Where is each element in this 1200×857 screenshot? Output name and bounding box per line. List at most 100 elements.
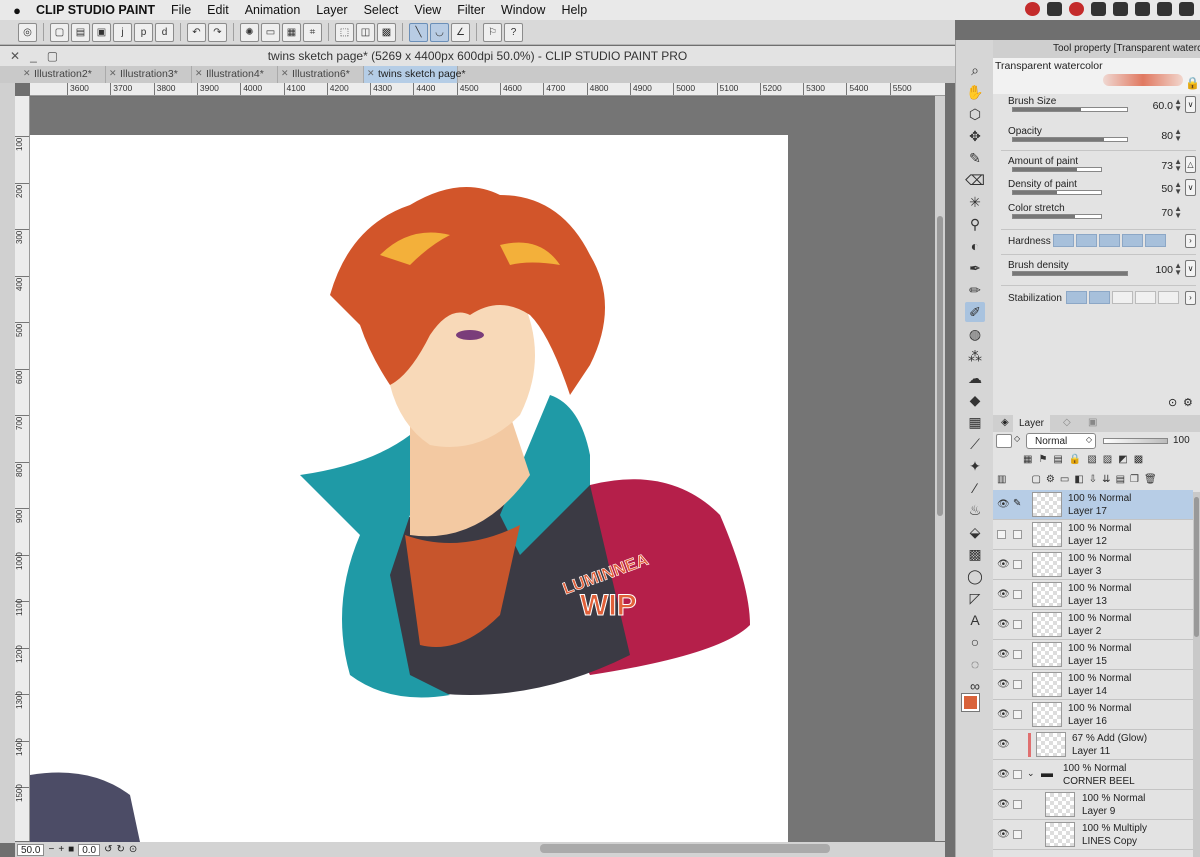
zoom-in-icon[interactable]: + (58, 844, 64, 855)
object-icon[interactable]: ⬡ (965, 104, 985, 124)
ruler-tool-icon[interactable]: ∕ (965, 478, 985, 498)
layer-row[interactable]: 100 % Normal Layer 12 (993, 520, 1193, 550)
magic-wand-icon[interactable]: ✳ (965, 192, 985, 212)
lock-checkbox[interactable] (1013, 800, 1022, 809)
lock-checkbox[interactable] (1013, 620, 1022, 629)
snap-special-ruler-icon[interactable]: ◡ (430, 22, 449, 42)
close-icon[interactable]: ✕ (281, 68, 289, 79)
chevron-right-icon[interactable]: › (1185, 234, 1196, 248)
layer-row[interactable]: 👁 100 % Normal Layer 2 (993, 610, 1193, 640)
reset-icon[interactable]: ⊙ (1168, 396, 1177, 409)
chevron-down-icon[interactable]: ⌄ (1027, 768, 1035, 779)
segment[interactable] (1112, 291, 1133, 304)
export-jpg-icon[interactable]: j (113, 22, 132, 42)
spinner-icon[interactable]: ◇ (1014, 434, 1020, 443)
amount-of-paint-value[interactable]: 73 (1161, 160, 1173, 172)
help-icon[interactable]: ? (504, 22, 523, 42)
rotate-left-icon[interactable]: ↺ (104, 844, 112, 855)
eye-icon[interactable]: 👁 (997, 769, 1010, 780)
expand-icon[interactable]: ∨ (1185, 260, 1196, 277)
density-of-paint-value[interactable]: 50 (1161, 183, 1173, 195)
bluetooth-icon[interactable] (1135, 2, 1150, 16)
color-stretch-value[interactable]: 70 (1161, 207, 1173, 219)
lock-icon[interactable]: 🔒 (1069, 454, 1081, 465)
layer-row[interactable]: 👁 100 % Multiply LINES Copy (993, 820, 1193, 850)
pressure-icon[interactable]: △ (1185, 156, 1196, 173)
rotate-right-icon[interactable]: ↻ (117, 844, 125, 855)
eye-icon[interactable]: 👁 (997, 499, 1010, 510)
segment[interactable] (1122, 234, 1143, 247)
brush-preset-preview[interactable]: Transparent watercolor 🔒 (993, 58, 1200, 94)
save-icon[interactable]: ▣ (92, 22, 111, 42)
brush-size-slider[interactable] (1012, 107, 1128, 112)
transfer-icon[interactable]: ⇩ (1089, 474, 1097, 485)
brush-size-value[interactable]: 60.0 (1153, 100, 1173, 112)
canvas-viewport[interactable]: LUMINNEA WIP (30, 97, 935, 842)
expand-icon[interactable]: ∨ (1185, 179, 1196, 196)
ellipse-icon[interactable]: ○ (965, 632, 985, 652)
link-icon[interactable]: ▩ (1134, 454, 1143, 465)
segment[interactable] (1076, 234, 1097, 247)
wifi-icon[interactable] (1157, 2, 1172, 16)
layer-property-icon[interactable]: ◇ (1063, 417, 1071, 428)
lock-icon[interactable]: 🔒 (1185, 76, 1200, 90)
zoom-icon[interactable]: ⌕ (965, 60, 985, 80)
pencil-icon[interactable]: ✏ (965, 280, 985, 300)
segment[interactable] (1066, 291, 1087, 304)
volume-icon[interactable] (1179, 2, 1194, 16)
undo-icon[interactable]: ↶ (187, 22, 206, 42)
lock-checkbox[interactable] (1013, 560, 1022, 569)
eye-icon[interactable]: 👁 (997, 799, 1010, 810)
trash-icon[interactable]: 🗑 (1144, 474, 1157, 485)
battery-icon[interactable] (1091, 2, 1106, 16)
ruler-icon[interactable]: ◩ (1118, 454, 1127, 465)
segment[interactable] (1089, 291, 1110, 304)
reference-icon[interactable]: ⚑ (1038, 454, 1047, 465)
main-color-swatch[interactable] (961, 693, 980, 712)
airbrush-icon[interactable]: ◍ (965, 324, 985, 344)
lock-checkbox[interactable] (1013, 680, 1022, 689)
clear-icon[interactable]: ▭ (261, 22, 280, 42)
tab-twins-sketch-page[interactable]: ✕ twins sketch page* (364, 66, 466, 83)
eye-icon[interactable]: 👁 (997, 559, 1010, 570)
new-raster-icon[interactable]: ▢ (1031, 474, 1040, 485)
color-stretch-slider[interactable] (1012, 214, 1102, 219)
brush-density-slider[interactable] (1012, 271, 1128, 276)
snap-grid-icon[interactable]: ∠ (451, 22, 470, 42)
speech-bubble-icon[interactable]: ◯ (965, 566, 985, 586)
layer-row[interactable]: 👁 100 % Normal Layer 15 (993, 640, 1193, 670)
text-icon[interactable]: A (965, 610, 985, 630)
clip-icon[interactable]: ▦ (1023, 454, 1032, 465)
eye-icon[interactable]: 👁 (997, 589, 1010, 600)
opacity-value[interactable]: 80 (1161, 130, 1173, 142)
spinner-icon[interactable]: ▲ ▼ (1174, 98, 1182, 113)
eye-icon[interactable]: 👁 (997, 679, 1010, 690)
lock-checkbox[interactable] (1013, 830, 1022, 839)
scroll-thumb[interactable] (1194, 497, 1199, 637)
pen-icon[interactable]: ✒ (965, 258, 985, 278)
layer-row[interactable]: 👁 100 % Normal Layer 16 (993, 700, 1193, 730)
export-psd-icon[interactable]: d (155, 22, 174, 42)
close-icon[interactable]: ✕ (109, 68, 117, 79)
frame-icon[interactable]: ◸ (965, 588, 985, 608)
record-icon[interactable] (1025, 2, 1040, 16)
blend-icon[interactable]: ☁ (965, 368, 985, 388)
link-icon[interactable]: ∞ (965, 676, 985, 696)
layer-row[interactable]: 👁 67 % Add (Glow) Layer 11 (993, 730, 1193, 760)
fill-bucket-icon[interactable]: ⬙ (965, 522, 985, 542)
eraser-select-icon[interactable]: ⌫ (965, 170, 985, 190)
zoom-field[interactable]: 50.0 (17, 843, 45, 856)
lock-checkbox[interactable] (1013, 530, 1022, 539)
cake-icon[interactable]: ♨ (965, 500, 985, 520)
close-icon[interactable]: ✕ (367, 68, 375, 79)
layers-icon[interactable]: ◈ (1001, 417, 1009, 428)
navigator-icon[interactable]: ▣ (1088, 417, 1097, 428)
apple-icon[interactable]: ● (0, 3, 26, 18)
layer-opacity-value[interactable]: 100 (1173, 435, 1190, 446)
learn-icon[interactable]: ⚐ (483, 22, 502, 42)
eye-icon[interactable]: 👁 (997, 709, 1010, 720)
transform-icon[interactable]: ⌗ (303, 22, 322, 42)
menu-file[interactable]: File (163, 3, 199, 17)
eye-icon[interactable]: 👁 (997, 739, 1010, 750)
brush-icon[interactable]: ✐ (965, 302, 985, 322)
